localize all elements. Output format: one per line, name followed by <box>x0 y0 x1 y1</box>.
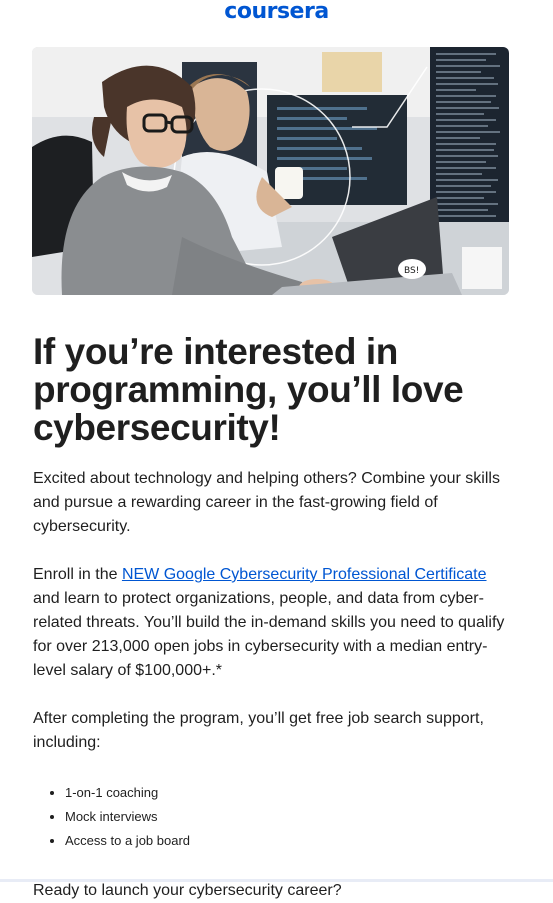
enroll-paragraph: Enroll in the NEW Google Cybersecurity P… <box>33 563 513 683</box>
coursera-logo[interactable]: coursera <box>224 0 329 25</box>
enroll-suffix: and learn to protect organizations, peop… <box>33 590 505 679</box>
list-item: Access to a job board <box>65 829 513 853</box>
intro-paragraph: Excited about technology and helping oth… <box>33 470 500 535</box>
certificate-link[interactable]: NEW Google Cybersecurity Professional Ce… <box>122 566 487 583</box>
enroll-prefix: Enroll in the <box>33 566 122 583</box>
cta-question: Ready to launch your cybersecurity caree… <box>33 882 342 899</box>
headline: If you’re interested in programming, you… <box>33 331 464 448</box>
support-list: 1-on-1 coaching Mock interviews Access t… <box>33 781 513 853</box>
list-item: Mock interviews <box>65 805 513 829</box>
svg-text:BS!: BS! <box>404 266 419 276</box>
email-header: coursera <box>0 0 553 30</box>
email-body: If you’re interested in programming, you… <box>33 333 513 903</box>
list-item: 1-on-1 coaching <box>65 781 513 805</box>
hero-image: BS! <box>32 47 509 295</box>
support-intro: After completing the program, you’ll get… <box>33 710 484 751</box>
